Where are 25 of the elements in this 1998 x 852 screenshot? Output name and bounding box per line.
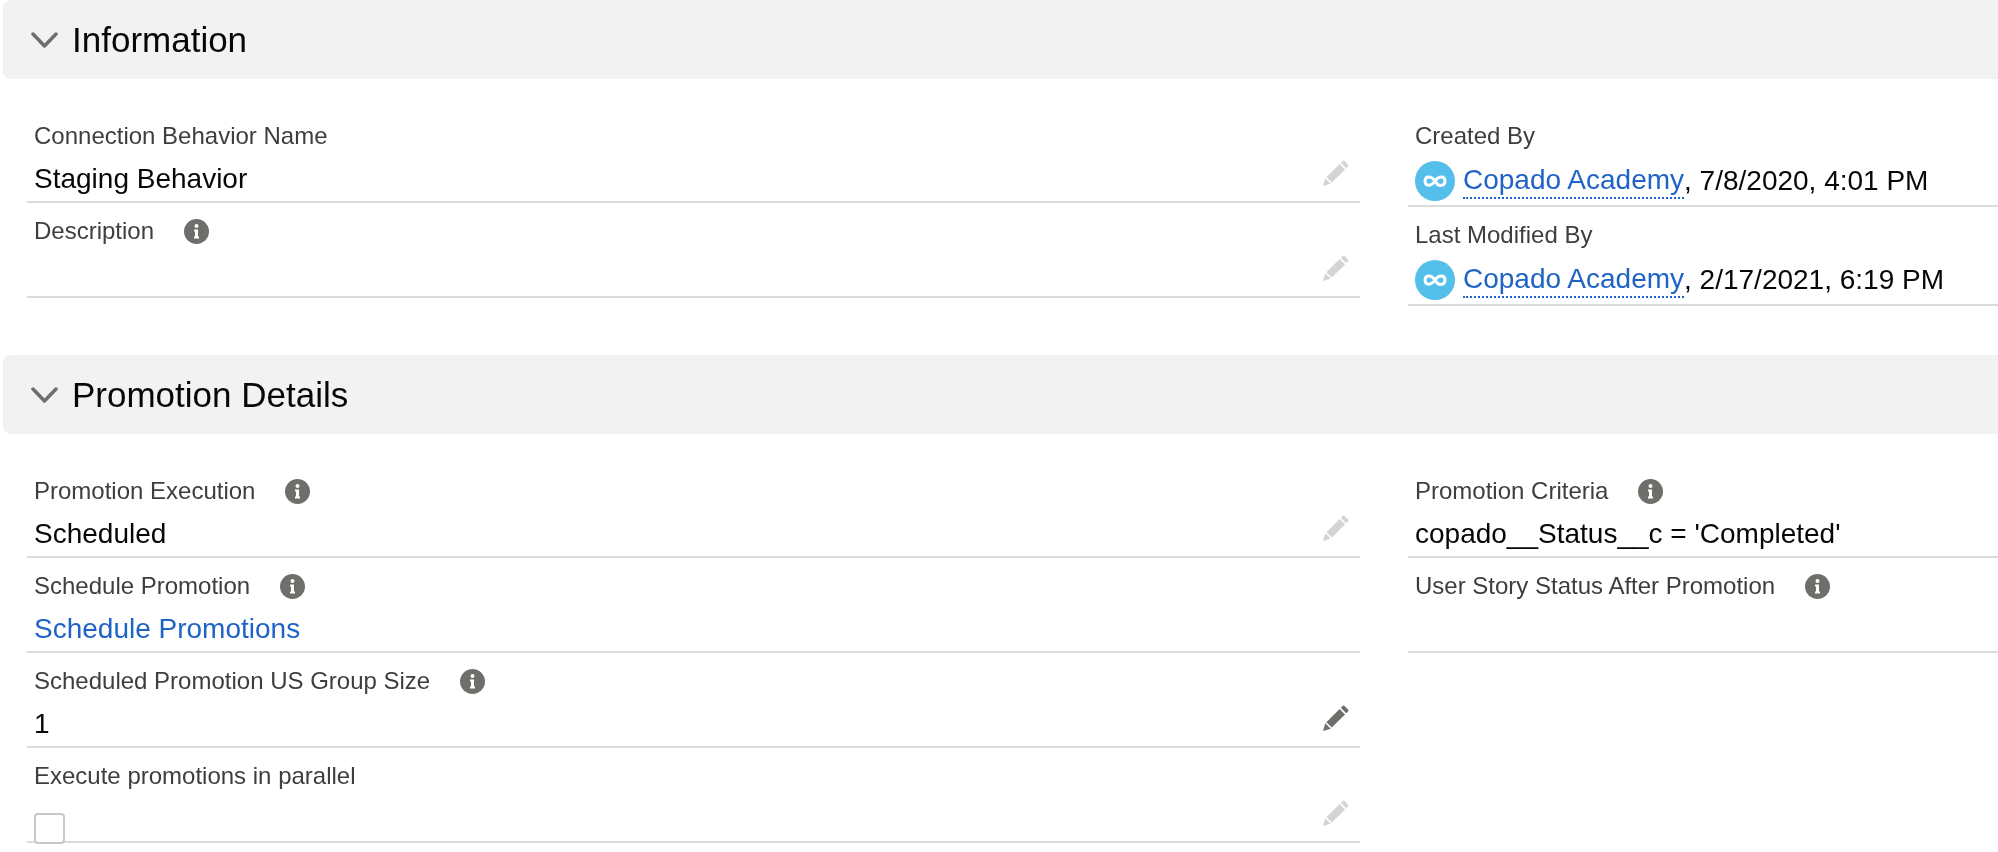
schedule-link[interactable]: Schedule Promotions (34, 611, 301, 647)
section-header[interactable]: Information (3, 0, 1998, 79)
field-label: User Story Status After Promotion (1415, 571, 1776, 601)
field-value: Staging Behavior (34, 162, 248, 196)
user-link[interactable]: Copado Academy (1463, 163, 1685, 199)
field-label: Scheduled Promotion US Group Size (34, 666, 431, 696)
field-value: Scheduled (34, 517, 167, 551)
timestamp: , 7/8/2020, 4:01 PM (1684, 164, 1929, 198)
field-label: Connection Behavior Name (34, 121, 328, 151)
user-link[interactable]: Copado Academy (1463, 262, 1685, 298)
avatar-icon (1415, 161, 1455, 201)
checkbox[interactable] (34, 812, 65, 844)
field-label: Schedule Promotion (34, 571, 251, 601)
avatar-icon (1415, 260, 1455, 300)
field-label: Created By (1415, 121, 1536, 151)
field-label: Promotion Criteria (1415, 476, 1609, 506)
pencil-icon[interactable] (1323, 705, 1349, 731)
field-label: Execute promotions in parallel (34, 761, 356, 791)
field-label: Promotion Execution (34, 476, 256, 506)
field-value: copado__Status__c = 'Completed' (1415, 517, 1841, 551)
field-value: 1 (34, 707, 50, 741)
field-label: Last Modified By (1415, 220, 1593, 250)
field-label: Description (34, 216, 155, 246)
timestamp: , 2/17/2021, 6:19 PM (1684, 263, 1944, 297)
section-header[interactable]: Promotion Details (3, 355, 1998, 434)
